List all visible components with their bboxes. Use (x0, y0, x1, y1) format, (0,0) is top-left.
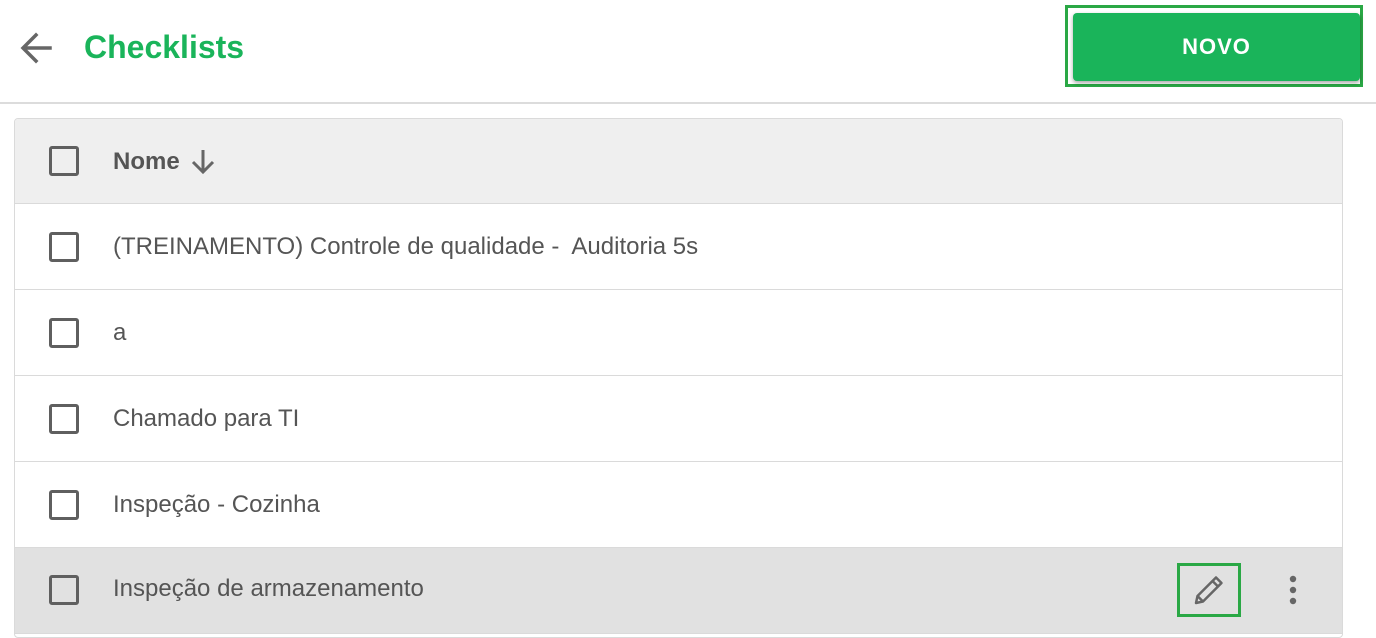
row-name: (TREINAMENTO) Controle de qualidade - Au… (113, 233, 699, 260)
pencil-icon[interactable] (1191, 572, 1227, 608)
table-row[interactable]: Inspeção - Cozinha (15, 462, 1342, 548)
more-vert-icon[interactable] (1277, 572, 1309, 608)
row-name: a (113, 319, 127, 346)
row-name: Inspeção - Cozinha (113, 491, 320, 518)
arrow-down-icon[interactable] (189, 147, 217, 177)
row-name: Inspeção de armazenamento (113, 575, 424, 602)
row-checkbox[interactable] (49, 490, 79, 520)
table-header: Nome (15, 119, 1342, 204)
row-checkbox[interactable] (49, 404, 79, 434)
row-checkbox[interactable] (49, 575, 79, 605)
select-all-checkbox[interactable] (49, 146, 79, 176)
page-title: Checklists (84, 29, 245, 65)
row-checkbox[interactable] (49, 318, 79, 348)
checklists-table: Nome (TREINAMENTO) Controle de qualidade… (14, 118, 1343, 638)
column-header-nome[interactable]: Nome (113, 147, 180, 177)
app-header: Checklists NOVO (0, 0, 1376, 104)
back-arrow-icon[interactable] (16, 30, 54, 66)
table-row[interactable]: Inspeção de armazenamento (15, 548, 1342, 634)
row-checkbox[interactable] (49, 232, 79, 262)
row-name: Chamado para TI (113, 405, 300, 432)
table-row[interactable]: a (15, 290, 1342, 376)
table-row[interactable]: Chamado para TI (15, 376, 1342, 462)
new-button[interactable]: NOVO (1073, 13, 1360, 81)
table-row[interactable]: (TREINAMENTO) Controle de qualidade - Au… (15, 204, 1342, 290)
